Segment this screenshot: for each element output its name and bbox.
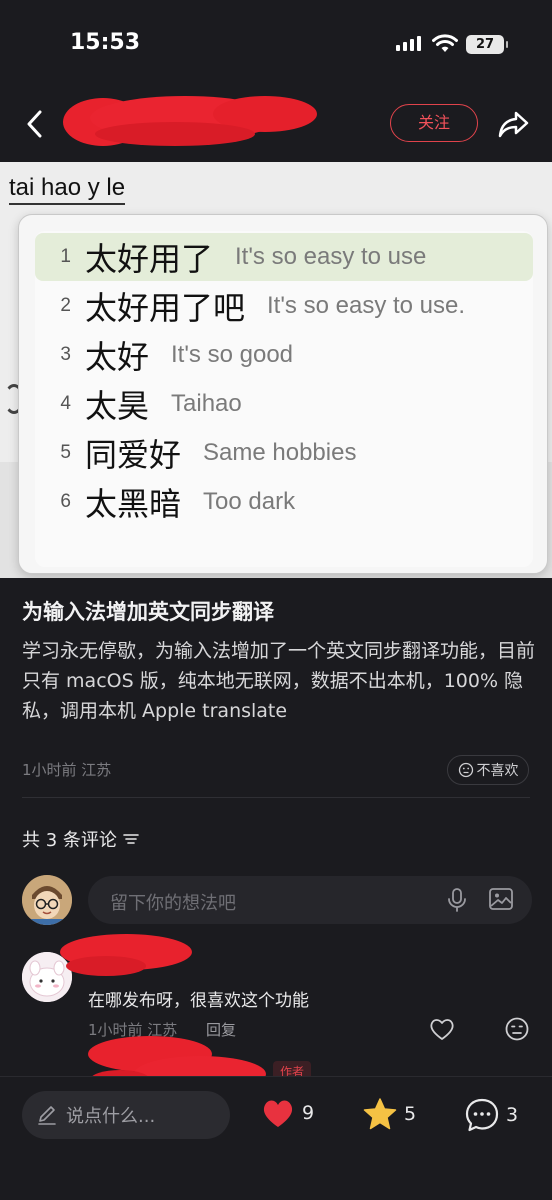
candidate-translation: It's so easy to use. bbox=[267, 292, 466, 319]
favorite-count: 5 bbox=[404, 1103, 417, 1125]
pencil-icon bbox=[38, 1106, 56, 1125]
comment-count-sort[interactable]: 共 3 条评论 bbox=[22, 826, 139, 852]
cellular-signal-icon bbox=[396, 36, 421, 51]
neutral-face-icon bbox=[458, 762, 473, 778]
follow-button[interactable]: 关注 bbox=[390, 104, 478, 142]
like-count: 9 bbox=[302, 1102, 315, 1124]
image-icon[interactable] bbox=[488, 887, 514, 911]
candidate-number: 6 bbox=[60, 491, 71, 512]
candidate-chinese: 太昊 bbox=[85, 387, 150, 425]
back-arrow-icon[interactable] bbox=[20, 106, 50, 142]
candidate-number: 1 bbox=[60, 246, 71, 267]
battery-indicator: 27 bbox=[466, 35, 508, 54]
candidate-translation: It's so good bbox=[171, 341, 294, 368]
bottom-action-bar: 说点什么... 9 5 3 bbox=[0, 1076, 552, 1200]
say-something-input[interactable]: 说点什么... bbox=[22, 1091, 230, 1139]
comment-input-placeholder: 留下你的想法吧 bbox=[110, 893, 236, 914]
post-header: 关注 bbox=[0, 90, 552, 162]
redacted-author-name bbox=[63, 96, 317, 146]
microphone-icon[interactable] bbox=[446, 887, 468, 913]
favorite-button[interactable]: 5 bbox=[362, 1097, 416, 1131]
post-meta: 1小时前 江苏 bbox=[22, 761, 112, 779]
wifi-icon bbox=[432, 34, 458, 52]
avatar-illustration bbox=[22, 875, 72, 925]
candidate-list: 1 太好用了 It's so easy to use 2 太好用了吧 It's … bbox=[35, 231, 533, 567]
candidate-chinese: 太黑暗 bbox=[85, 485, 182, 523]
candidate-chinese: 太好用了吧 bbox=[85, 289, 246, 327]
status-time: 15:53 bbox=[70, 30, 141, 55]
candidate-number: 5 bbox=[60, 442, 71, 463]
candidate-row: 6 太黑暗 Too dark bbox=[35, 478, 533, 526]
candidate-row: 1 太好用了 It's so easy to use bbox=[35, 233, 533, 281]
comment-text: 在哪发布呀，很喜欢这个功能 bbox=[88, 991, 309, 1011]
post-title: 为输入法增加英文同步翻译 bbox=[22, 600, 274, 624]
status-bar: 15:53 27 bbox=[0, 0, 552, 90]
heart-outline-icon[interactable] bbox=[428, 1016, 456, 1042]
say-placeholder: 说点什么... bbox=[66, 1106, 156, 1127]
post-image[interactable]: tai hao y le 1 太好用了 It's so easy to use … bbox=[0, 162, 552, 578]
candidate-row: 3 太好 It's so good bbox=[35, 331, 533, 379]
star-filled-icon bbox=[363, 1098, 397, 1130]
neutral-face-icon[interactable] bbox=[504, 1016, 530, 1042]
candidate-chinese: 太好 bbox=[85, 338, 150, 376]
candidate-row: 4 太昊 Taihao bbox=[35, 380, 533, 428]
candidate-chinese: 同爱好 bbox=[85, 436, 182, 474]
sort-icon bbox=[123, 834, 139, 844]
comment-input[interactable]: 留下你的想法吧 bbox=[88, 876, 532, 924]
candidate-number: 4 bbox=[60, 393, 71, 414]
candidate-number: 2 bbox=[60, 295, 71, 316]
comment-count-label: 共 3 条评论 bbox=[22, 830, 117, 851]
candidate-translation: Same hobbies bbox=[203, 439, 357, 466]
post-body: 学习永无停歇，为输入法增加了一个英文同步翻译功能，目前只有 macOS 版，纯本… bbox=[22, 640, 536, 722]
divider bbox=[22, 797, 530, 798]
avatar[interactable] bbox=[22, 875, 72, 925]
ime-candidate-panel: 1 太好用了 It's so easy to use 2 太好用了吧 It's … bbox=[18, 214, 548, 574]
comment-bubble-icon bbox=[465, 1098, 499, 1132]
share-icon[interactable] bbox=[494, 104, 534, 144]
comment-count: 3 bbox=[506, 1104, 519, 1126]
dislike-label: 不喜欢 bbox=[476, 763, 519, 779]
candidate-row: 2 太好用了吧 It's so easy to use. bbox=[35, 282, 533, 330]
candidate-number: 3 bbox=[60, 344, 71, 365]
candidate-translation: It's so easy to use bbox=[235, 243, 427, 270]
typed-pinyin-text: tai hao y le bbox=[9, 174, 126, 205]
candidate-translation: Too dark bbox=[203, 488, 296, 515]
candidate-row: 5 同爱好 Same hobbies bbox=[35, 429, 533, 477]
comment-button[interactable]: 3 bbox=[464, 1097, 518, 1133]
like-button[interactable]: 9 bbox=[260, 1097, 314, 1129]
heart-filled-icon bbox=[263, 1100, 293, 1127]
dislike-button[interactable]: 不喜欢 bbox=[447, 755, 529, 785]
redacted-commenter-name bbox=[60, 934, 192, 976]
candidate-chinese: 太好用了 bbox=[85, 240, 214, 278]
candidate-translation: Taihao bbox=[171, 390, 242, 417]
